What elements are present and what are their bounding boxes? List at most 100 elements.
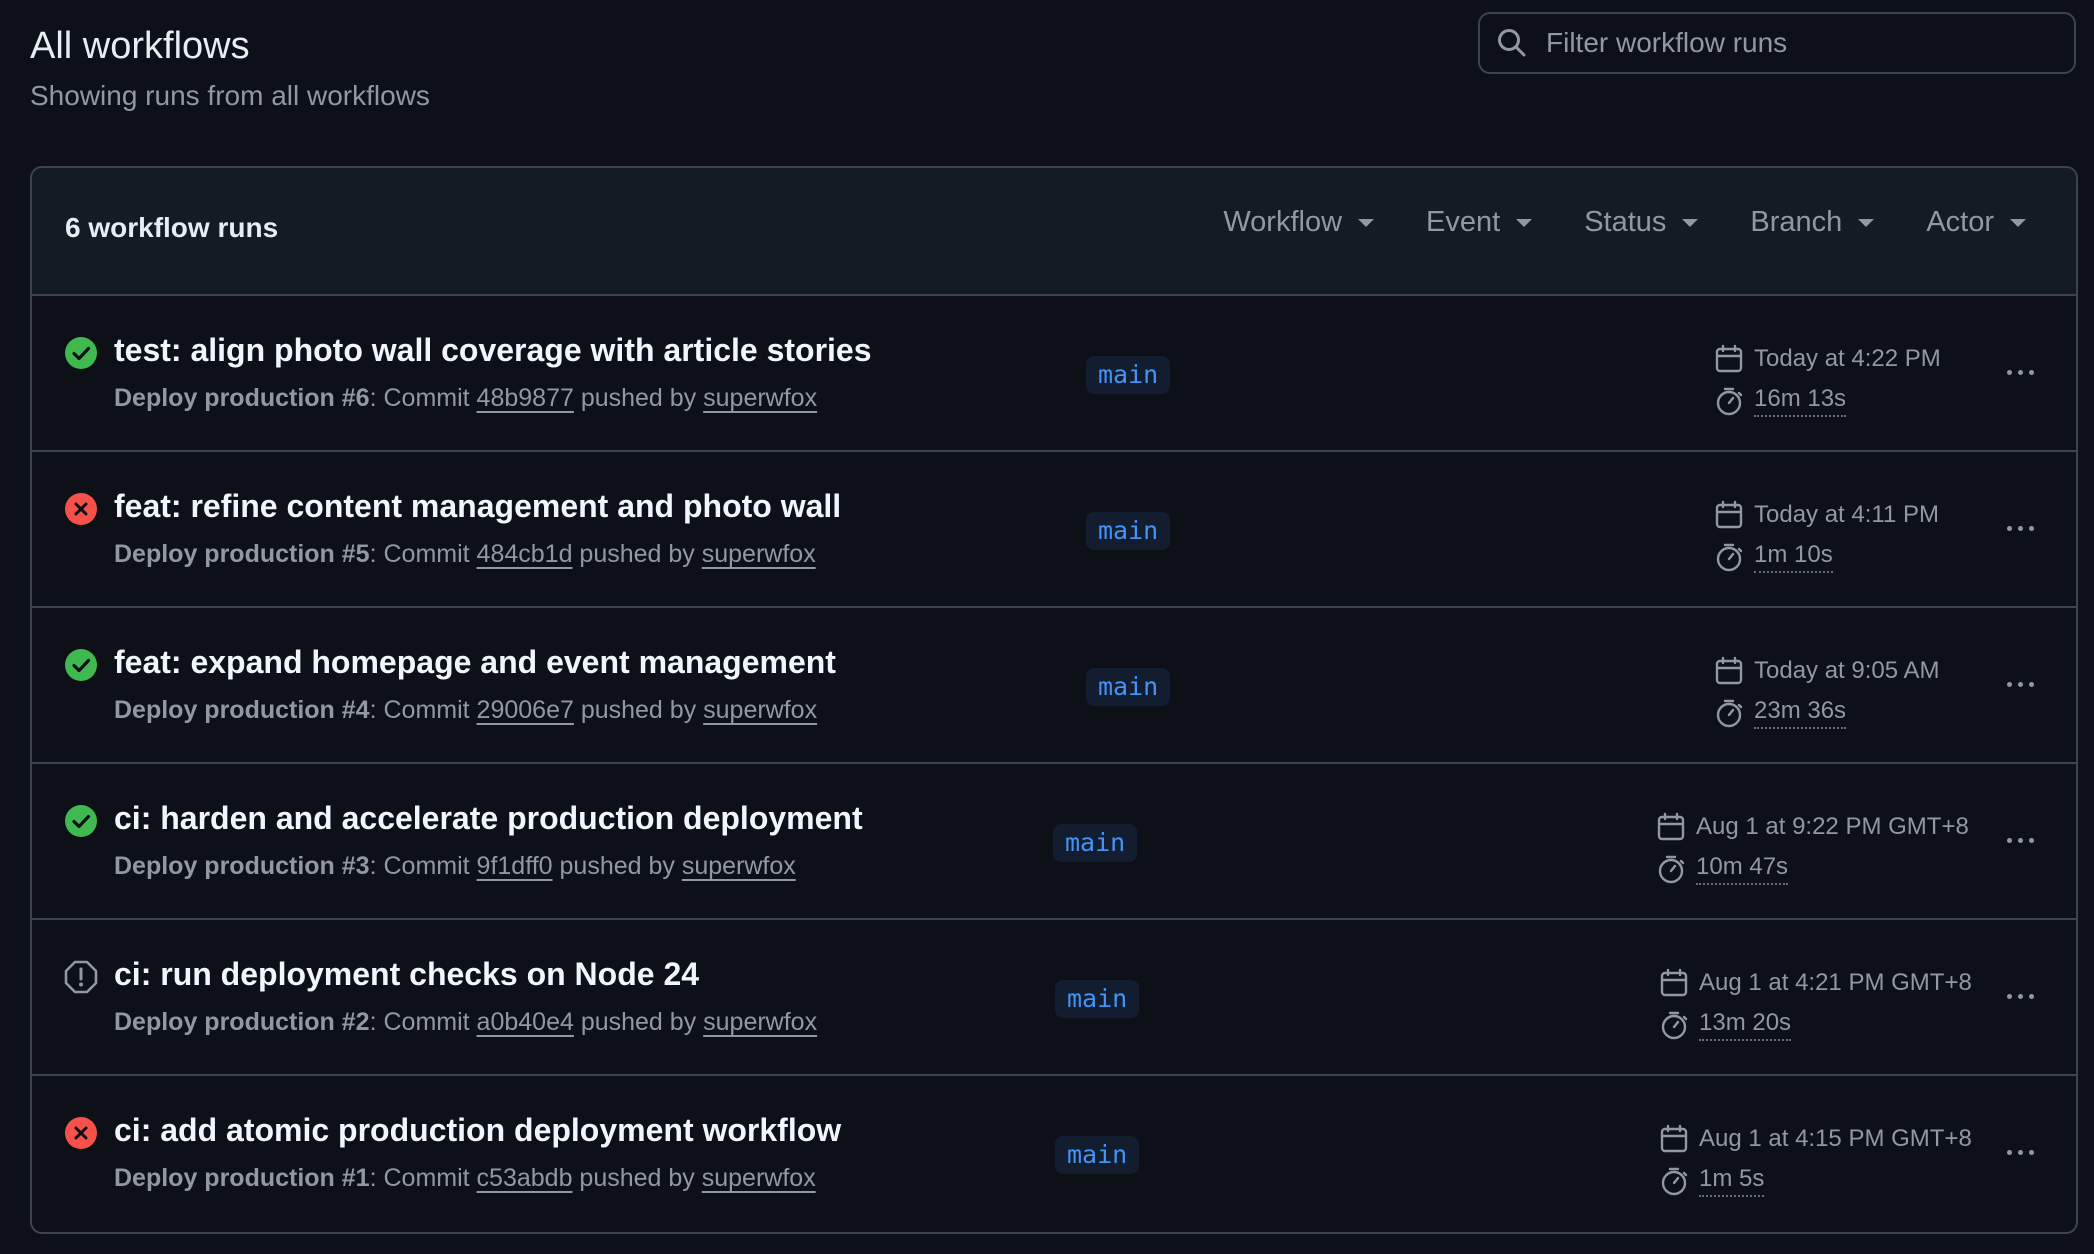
branch-badge[interactable]: main [1086, 512, 1171, 550]
duration-text: 23m 36s [1754, 697, 1847, 729]
run-title[interactable]: ci: harden and accelerate production dep… [114, 800, 863, 837]
run-meta: Deploy production #3: Commit 9f1dff0 pus… [114, 852, 796, 881]
run-meta: Deploy production #5: Commit 484cb1d pus… [114, 540, 816, 569]
kebab-dot [2028, 993, 2034, 999]
run-count: 6 workflow runs [65, 212, 279, 243]
filter-branch-dropdown[interactable]: Branch [1750, 206, 1875, 239]
run-title[interactable]: ci: run deployment checks on Node 24 [114, 956, 699, 993]
actor-link[interactable]: superwfox [702, 1164, 816, 1192]
commit-link[interactable]: a0b40e4 [477, 1008, 574, 1036]
workflow-name: Deploy production #5 [114, 540, 370, 568]
kebab-dot [2006, 681, 2012, 687]
run-row[interactable]: ci: run deployment checks on Node 24 Dep… [32, 920, 2076, 1076]
stopwatch-icon [1661, 1011, 1688, 1040]
kebab-dot [2006, 837, 2012, 843]
calendar-icon [1715, 500, 1743, 529]
commit-link[interactable]: c53abdb [477, 1164, 573, 1192]
more-options-button[interactable] [2000, 664, 2040, 704]
pushed-by-text: pushed by [573, 696, 704, 724]
filter-label: Branch [1750, 206, 1843, 238]
run-row[interactable]: ci: add atomic production deployment wor… [32, 1076, 2076, 1232]
branch-badge[interactable]: main [1053, 824, 1138, 862]
run-duration: 10m 47s [1656, 848, 1969, 890]
branch-badge[interactable]: main [1086, 668, 1171, 706]
run-title[interactable]: feat: expand homepage and event manageme… [114, 644, 836, 681]
runs-list-header: 6 workflow runs Workflow Event Status Br… [32, 168, 2076, 296]
calendar-icon [1715, 344, 1743, 373]
commit-prefix: : Commit [369, 696, 477, 724]
filter-bar: Workflow Event Status Branch Actor [1223, 206, 2026, 239]
caret-down-icon [2010, 218, 2026, 227]
workflow-name: Deploy production #6 [114, 384, 370, 412]
branch-badge[interactable]: main [1055, 980, 1140, 1018]
more-options-button[interactable] [2000, 352, 2040, 392]
kebab-dot [2017, 681, 2023, 687]
pushed-by-text: pushed by [572, 540, 702, 568]
branch-badge[interactable]: main [1086, 356, 1171, 394]
filter-actor-dropdown[interactable]: Actor [1926, 206, 2026, 239]
duration-text: 10m 47s [1696, 853, 1789, 885]
filter-event-dropdown[interactable]: Event [1426, 206, 1533, 239]
calendar-icon [1657, 812, 1685, 841]
run-title[interactable]: feat: refine content management and phot… [114, 488, 841, 525]
run-time-text: Today at 9:05 AM [1754, 657, 1940, 684]
run-date: Aug 1 at 4:21 PM GMT+8 [1659, 962, 1972, 1004]
run-row[interactable]: ci: harden and accelerate production dep… [32, 764, 2076, 920]
kebab-dot [2006, 1149, 2012, 1155]
pushed-by-text: pushed by [572, 1164, 702, 1192]
stopwatch-icon [1716, 543, 1743, 572]
alert-octagon-icon [64, 960, 98, 994]
branch-badge[interactable]: main [1055, 1136, 1140, 1174]
run-title[interactable]: ci: add atomic production deployment wor… [114, 1112, 841, 1149]
stopwatch-icon [1658, 855, 1685, 884]
commit-link[interactable]: 484cb1d [477, 540, 573, 568]
caret-down-icon [1358, 218, 1375, 227]
calendar-icon [1660, 968, 1688, 997]
actor-link[interactable]: superwfox [703, 384, 817, 412]
commit-link[interactable]: 29006e7 [477, 696, 574, 724]
run-row[interactable]: feat: expand homepage and event manageme… [32, 608, 2076, 764]
more-options-button[interactable] [2000, 820, 2040, 860]
kebab-dot [2028, 525, 2034, 531]
run-row[interactable]: feat: refine content management and phot… [32, 452, 2076, 608]
run-time-text: Today at 4:22 PM [1754, 345, 1941, 372]
run-row[interactable]: test: align photo wall coverage with art… [32, 296, 2076, 452]
run-duration: 16m 13s [1714, 380, 1941, 422]
actor-link[interactable]: superwfox [703, 1008, 817, 1036]
stopwatch-icon [1661, 1167, 1688, 1196]
kebab-dot [2017, 837, 2023, 843]
more-options-button[interactable] [2000, 508, 2040, 548]
duration-text: 1m 10s [1754, 541, 1833, 573]
run-time-text: Today at 4:11 PM [1754, 501, 1939, 528]
workflow-name: Deploy production #2 [114, 1008, 370, 1036]
run-title[interactable]: test: align photo wall coverage with art… [114, 332, 872, 369]
workflow-name: Deploy production #1 [114, 1164, 370, 1192]
more-options-button[interactable] [2000, 976, 2040, 1016]
actor-link[interactable]: superwfox [702, 540, 816, 568]
runs-list: test: align photo wall coverage with art… [32, 296, 2076, 1232]
commit-link[interactable]: 48b9877 [477, 384, 574, 412]
actor-link[interactable]: superwfox [682, 852, 796, 880]
actor-link[interactable]: superwfox [703, 696, 817, 724]
run-time-text: Aug 1 at 9:22 PM GMT+8 [1696, 813, 1969, 840]
page-title: All workflows [30, 25, 250, 67]
run-time-text: Aug 1 at 4:21 PM GMT+8 [1699, 969, 1972, 996]
run-timing: Aug 1 at 4:15 PM GMT+8 1m 5s [1659, 1118, 1972, 1202]
kebab-dot [2017, 993, 2023, 999]
workflow-name: Deploy production #3 [114, 852, 370, 880]
commit-prefix: : Commit [369, 384, 477, 412]
run-date: Aug 1 at 9:22 PM GMT+8 [1656, 806, 1969, 848]
page-subtitle: Showing runs from all workflows [30, 80, 430, 111]
filter-status-dropdown[interactable]: Status [1584, 206, 1699, 239]
kebab-dot [2006, 993, 2012, 999]
commit-link[interactable]: 9f1dff0 [477, 852, 553, 880]
more-options-button[interactable] [2000, 1132, 2040, 1172]
run-date: Today at 4:11 PM [1714, 494, 1939, 536]
filter-runs-search[interactable] [1478, 12, 2076, 74]
run-date: Aug 1 at 4:15 PM GMT+8 [1659, 1118, 1972, 1160]
calendar-icon [1660, 1124, 1688, 1153]
filter-workflow-dropdown[interactable]: Workflow [1223, 206, 1375, 239]
run-timing: Aug 1 at 4:21 PM GMT+8 13m 20s [1659, 962, 1972, 1046]
filter-label: Actor [1926, 206, 1994, 238]
filter-runs-input[interactable] [1544, 26, 2048, 60]
